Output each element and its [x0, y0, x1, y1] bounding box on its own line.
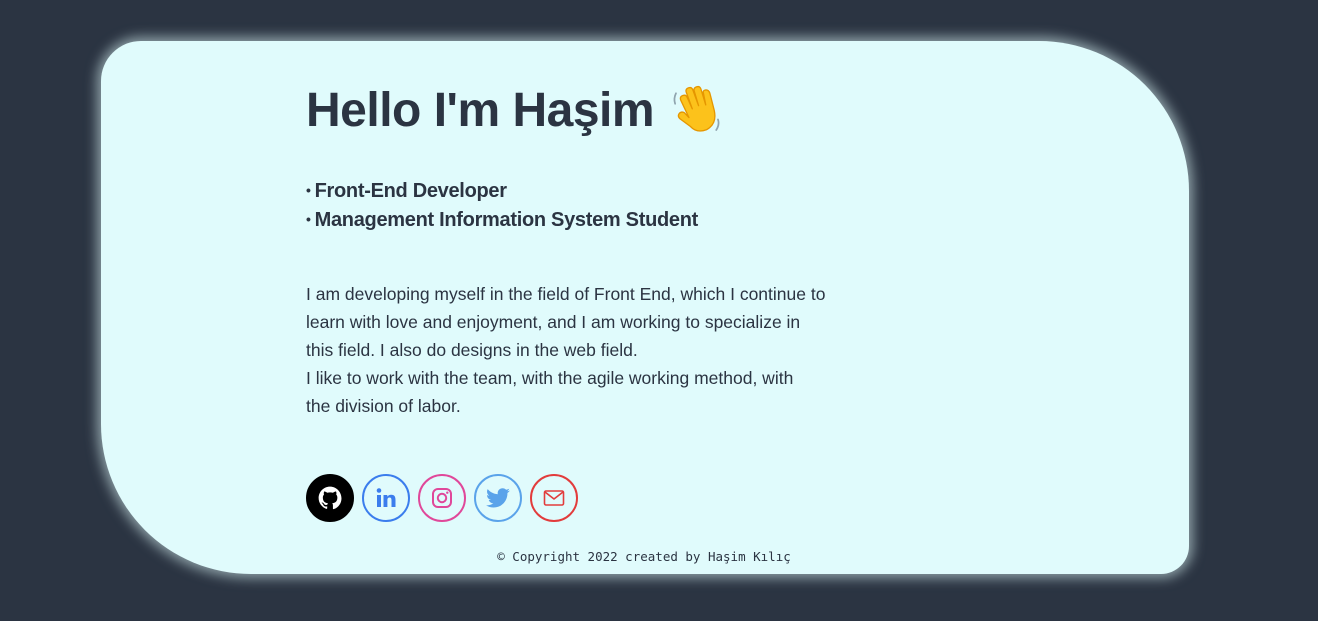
github-link[interactable]: [306, 474, 354, 522]
roles-list: • Front-End Developer • Management Informa…: [306, 176, 698, 234]
instagram-icon: [432, 488, 452, 508]
social-links: [306, 474, 578, 522]
role-item: • Front-End Developer: [306, 176, 698, 205]
role-bullet: •: [306, 182, 311, 198]
linkedin-link[interactable]: [362, 474, 410, 522]
bio-line: I am developing myself in the field of F…: [306, 284, 826, 304]
linkedin-icon: [376, 488, 396, 507]
bio-line: the division of labor.: [306, 396, 461, 416]
twitter-icon: [486, 488, 510, 508]
profile-card: Hello I'm Haşim • Front-End Developer • Ma…: [101, 41, 1189, 574]
bio-line: this field. I also do designs in the web…: [306, 340, 638, 360]
mail-icon: [543, 490, 565, 506]
role-item: • Management Information System Student: [306, 205, 698, 234]
page-title: Hello I'm Haşim: [306, 84, 655, 137]
twitter-link[interactable]: [474, 474, 522, 522]
bio-text: I am developing myself in the field of F…: [306, 280, 851, 420]
role-label: Management Information System Student: [314, 209, 699, 231]
github-icon: [318, 486, 342, 510]
role-label: Front-End Developer: [314, 180, 507, 202]
instagram-link[interactable]: [418, 474, 466, 522]
mail-link[interactable]: [530, 474, 578, 522]
bio-line: learn with love and enjoyment, and I am …: [306, 312, 801, 332]
waving-hand-icon: [673, 85, 720, 132]
copyright-footer: © Copyright 2022 created by Haşim Kılıç: [497, 549, 791, 564]
role-bullet: •: [306, 211, 311, 227]
bio-line: I like to work with the team, with the a…: [306, 368, 794, 388]
